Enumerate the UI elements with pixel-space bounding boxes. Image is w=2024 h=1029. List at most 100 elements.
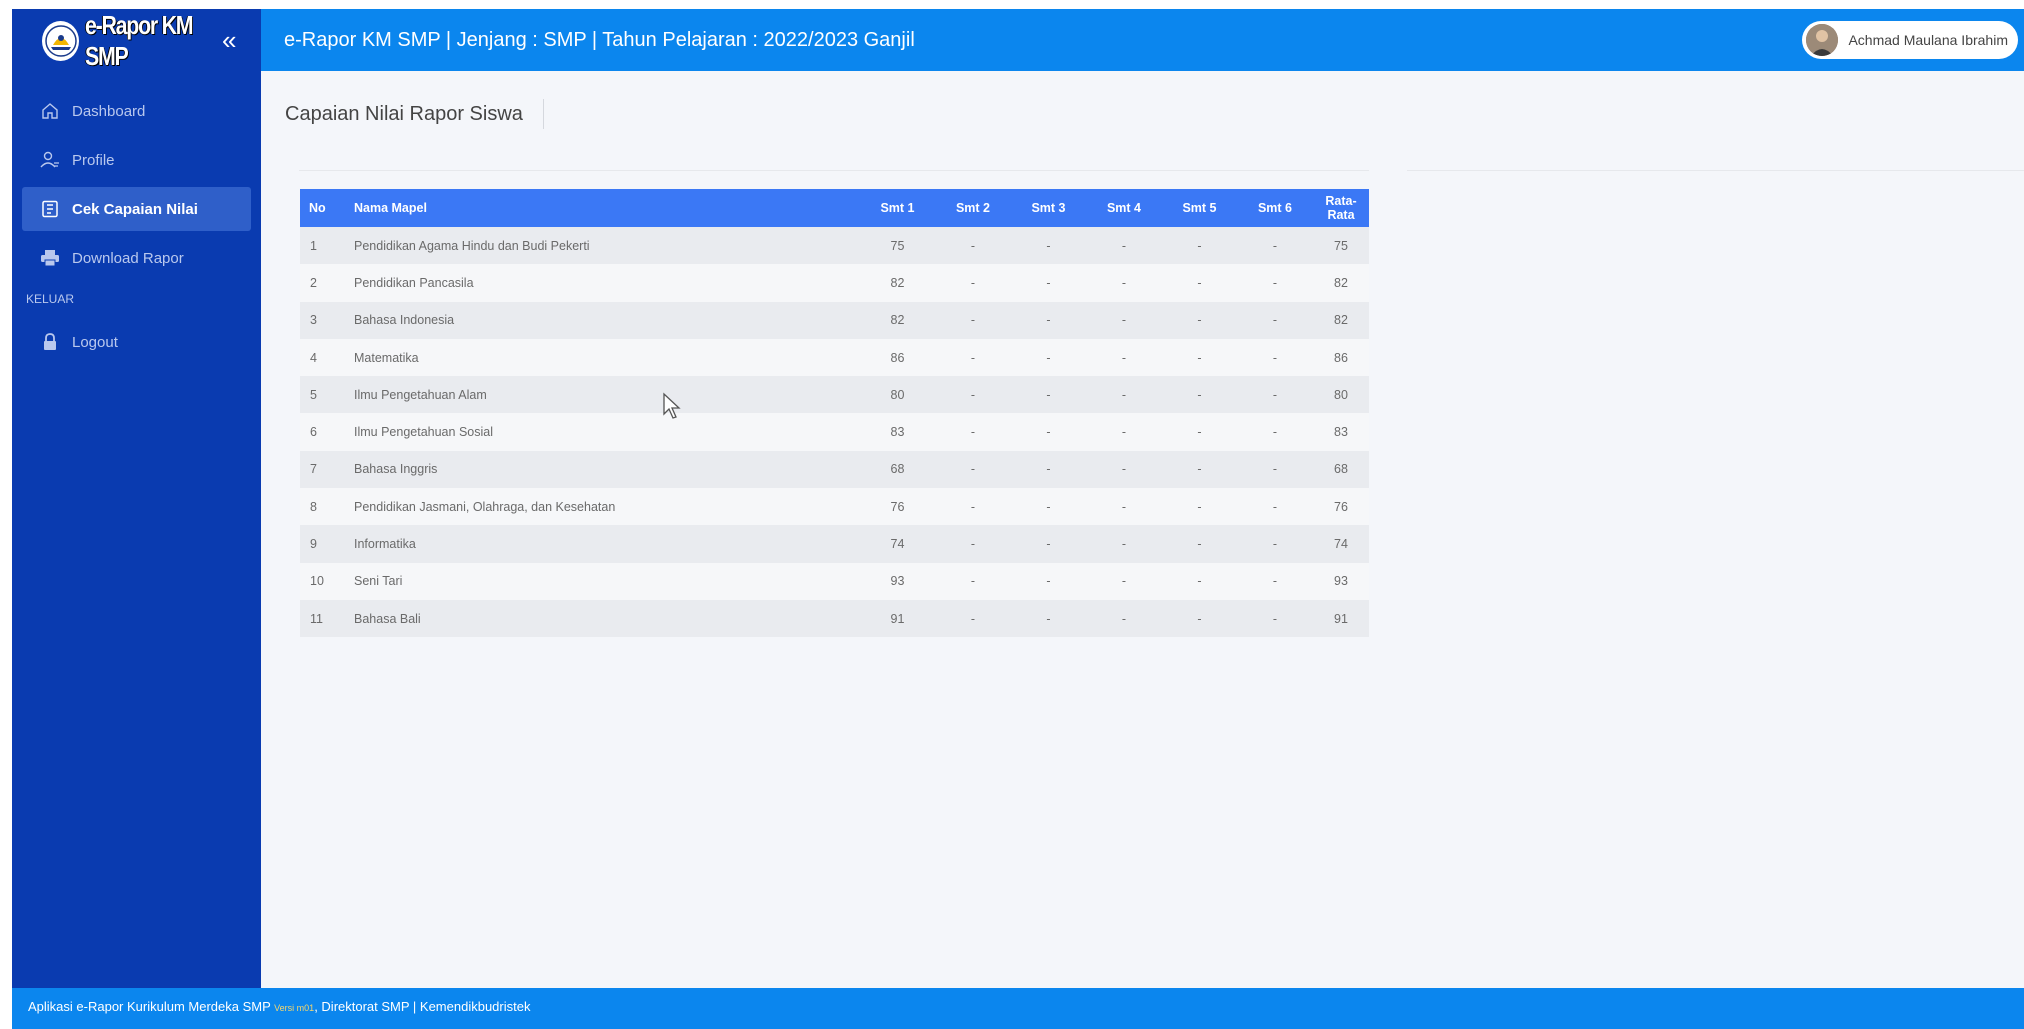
table-row[interactable]: 11 Bahasa Bali 91 - - - - - 91 bbox=[300, 599, 1369, 638]
printer-icon bbox=[40, 248, 60, 268]
cell-smt-5: - bbox=[1197, 537, 1202, 552]
user-menu[interactable]: Achmad Maulana Ibrahim bbox=[1802, 21, 2018, 59]
cell-smt-3: - bbox=[1046, 611, 1051, 626]
cell-nama-mapel: Pendidikan Agama Hindu dan Budi Pekerti bbox=[354, 238, 590, 253]
table-row[interactable]: 7 Bahasa Inggris 68 - - - - - 68 bbox=[300, 450, 1369, 489]
main-content: Capaian Nilai Rapor Siswa No Nama Mapel … bbox=[261, 71, 2024, 988]
cell-smt-2: - bbox=[970, 499, 976, 514]
cell-smt-5: - bbox=[1197, 275, 1202, 290]
cell-smt-5: - bbox=[1197, 611, 1202, 626]
cell-no: 8 bbox=[310, 499, 317, 514]
column-header-no[interactable]: No bbox=[300, 189, 352, 227]
left-strip bbox=[0, 0, 12, 1029]
lock-icon bbox=[40, 332, 60, 352]
cell-smt-1: 86 bbox=[890, 350, 905, 365]
footer-text: Aplikasi e-Rapor Kurikulum Merdeka SMP V… bbox=[28, 988, 530, 1027]
sidebar-collapse-icon[interactable]: « bbox=[222, 23, 236, 57]
mouse-cursor-icon bbox=[663, 392, 681, 419]
table-row[interactable]: 5 Ilmu Pengetahuan Alam 80 - - - - - 80 bbox=[300, 376, 1369, 414]
cell-smt-1: 68 bbox=[890, 462, 905, 477]
divider bbox=[1407, 170, 2024, 171]
user-icon bbox=[40, 150, 60, 170]
cell-smt-6: - bbox=[1272, 350, 1278, 365]
cell-smt-3: - bbox=[1046, 387, 1051, 402]
cell-smt-2: - bbox=[970, 537, 976, 552]
cell-smt-6: - bbox=[1272, 313, 1278, 328]
cell-smt-1: 82 bbox=[890, 275, 905, 290]
column-header-smt-4[interactable]: Smt 4 bbox=[1086, 189, 1162, 227]
cell-smt-3: - bbox=[1046, 313, 1051, 328]
sidebar-item-label: Profile bbox=[72, 151, 115, 169]
column-header-smt-3[interactable]: Smt 3 bbox=[1011, 189, 1086, 227]
divider bbox=[299, 170, 1369, 171]
table-row[interactable]: 6 Ilmu Pengetahuan Sosial 83 - - - - - 83 bbox=[300, 413, 1369, 451]
cell-smt-1: 91 bbox=[890, 611, 905, 626]
column-header-smt-6[interactable]: Smt 6 bbox=[1237, 189, 1313, 227]
cell-smt-3: - bbox=[1046, 350, 1051, 365]
cell-smt-5: - bbox=[1197, 313, 1202, 328]
table-row[interactable]: 8 Pendidikan Jasmani, Olahraga, dan Keseh… bbox=[300, 488, 1369, 526]
column-header-smt-5[interactable]: Smt 5 bbox=[1162, 189, 1237, 227]
cell-smt-2: - bbox=[970, 313, 976, 328]
cell-smt-6: - bbox=[1272, 462, 1278, 477]
cell-smt-5: - bbox=[1197, 387, 1202, 402]
header-title: e-Rapor KM SMP | Jenjang : SMP | Tahun P… bbox=[284, 29, 915, 51]
sidebar-item-dashboard[interactable]: Dashboard bbox=[22, 89, 251, 133]
cell-smt-1: 83 bbox=[890, 425, 905, 440]
cell-smt-6: - bbox=[1272, 537, 1278, 552]
cell-smt-2: - bbox=[970, 425, 976, 440]
avatar bbox=[1806, 24, 1839, 56]
column-header-smt-2[interactable]: Smt 2 bbox=[935, 189, 1011, 227]
top-header: e-Rapor KM SMP | Jenjang : SMP | Tahun P… bbox=[261, 9, 2024, 71]
column-header-smt-1[interactable]: Smt 1 bbox=[860, 189, 935, 227]
cell-smt-2: - bbox=[970, 387, 976, 402]
cell-smt-4: - bbox=[1121, 462, 1127, 477]
sidebar-item-label: Logout bbox=[72, 333, 118, 351]
sidebar-item-profile[interactable]: Profile bbox=[22, 138, 251, 182]
column-header-nama-mapel[interactable]: Nama Mapel bbox=[352, 189, 860, 227]
table-row[interactable]: 1 Pendidikan Agama Hindu dan Budi Pekerti… bbox=[300, 227, 1369, 265]
sidebar-item-logout[interactable]: Logout bbox=[22, 320, 251, 364]
cell-rata-rata: 74 bbox=[1334, 537, 1348, 552]
cell-smt-1: 74 bbox=[890, 537, 905, 552]
table-row[interactable]: 4 Matematika 86 - - - - - 86 bbox=[300, 338, 1369, 377]
cell-nama-mapel: Bahasa Bali bbox=[354, 611, 421, 626]
sidebar: e-Rapor KM SMP « Dashboard Profile Cek C… bbox=[12, 9, 261, 988]
cell-smt-2: - bbox=[970, 275, 976, 290]
cell-smt-1: 82 bbox=[890, 313, 905, 328]
cell-smt-5: - bbox=[1197, 462, 1202, 477]
cell-smt-3: - bbox=[1046, 462, 1051, 477]
cell-smt-4: - bbox=[1121, 537, 1127, 552]
cell-nama-mapel: Pendidikan Jasmani, Olahraga, dan Keseha… bbox=[354, 499, 616, 514]
cell-rata-rata: 75 bbox=[1334, 238, 1348, 253]
cell-nama-mapel: Matematika bbox=[354, 350, 419, 365]
cell-smt-5: - bbox=[1197, 499, 1202, 514]
cell-no: 3 bbox=[310, 313, 317, 328]
table-row[interactable]: 10 Seni Tari 93 - - - - - 93 bbox=[300, 562, 1369, 600]
table-row[interactable]: 2 Pendidikan Pancasila 82 - - - - - 82 bbox=[300, 264, 1369, 302]
cell-smt-1: 75 bbox=[890, 238, 905, 253]
sidebar-nav: Dashboard Profile Cek Capaian Nilai Down… bbox=[12, 89, 261, 369]
cell-smt-6: - bbox=[1272, 611, 1278, 626]
table-row[interactable]: 3 Bahasa Indonesia 82 - - - - - 82 bbox=[300, 301, 1369, 339]
cell-rata-rata: 83 bbox=[1334, 425, 1348, 440]
sidebar-item-label: Cek Capaian Nilai bbox=[72, 200, 198, 218]
column-header-rata-rata[interactable]: Rata-Rata bbox=[1313, 189, 1369, 227]
brand-name: e-Rapor KM SMP bbox=[85, 10, 194, 71]
user-name: Achmad Maulana Ibrahim bbox=[1848, 32, 2008, 48]
footer-version: Versi m01 bbox=[274, 1003, 315, 1013]
cell-smt-5: - bbox=[1197, 425, 1202, 440]
cell-smt-3: - bbox=[1046, 499, 1051, 514]
sidebar-item-cek-capaian-nilai[interactable]: Cek Capaian Nilai bbox=[22, 187, 251, 231]
sidebar-item-download-rapor[interactable]: Download Rapor bbox=[22, 236, 251, 280]
cell-no: 6 bbox=[310, 425, 317, 440]
cell-smt-4: - bbox=[1121, 387, 1127, 402]
cell-smt-1: 93 bbox=[890, 574, 905, 589]
cell-no: 1 bbox=[310, 238, 317, 253]
table-row[interactable]: 9 Informatika 74 - - - - - 74 bbox=[300, 525, 1369, 563]
cell-smt-4: - bbox=[1121, 275, 1127, 290]
cell-rata-rata: 86 bbox=[1334, 350, 1348, 365]
cell-no: 2 bbox=[310, 275, 317, 290]
cell-rata-rata: 91 bbox=[1334, 611, 1348, 626]
cell-smt-3: - bbox=[1046, 574, 1051, 589]
